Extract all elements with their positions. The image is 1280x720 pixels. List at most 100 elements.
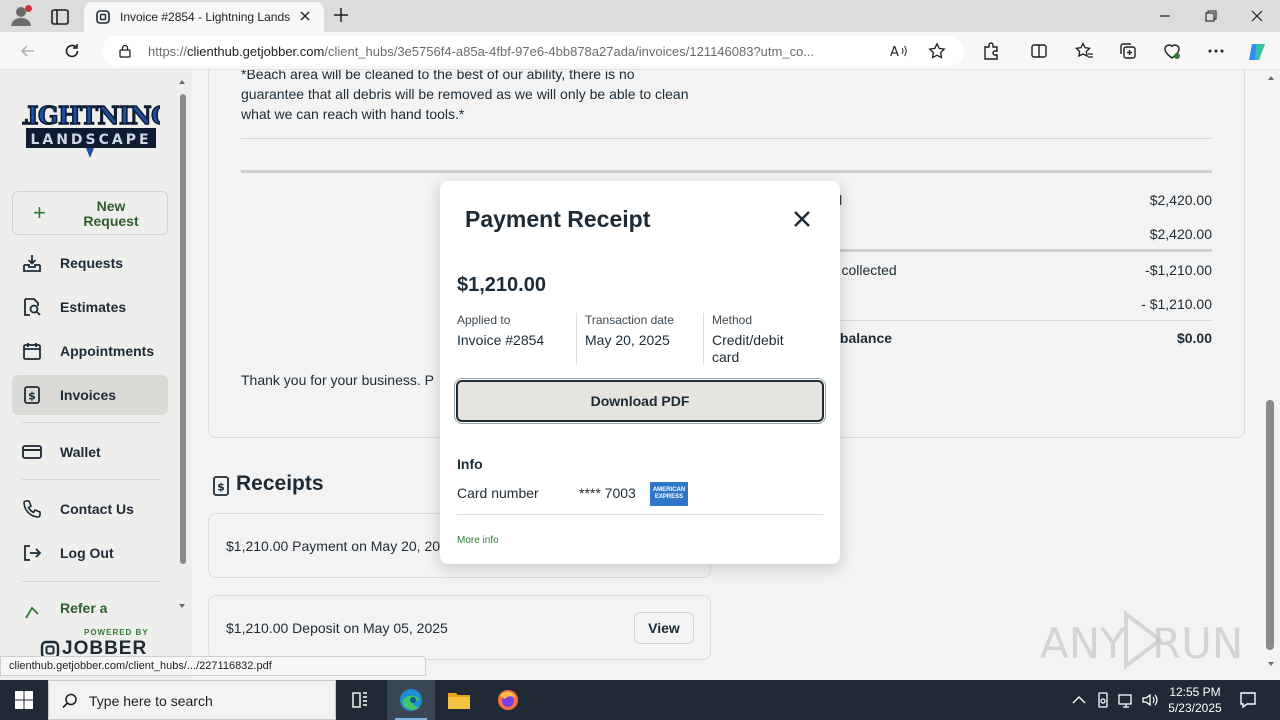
lightning-landscape-logo: LIGHTNING LANDSCAPE [10, 94, 172, 166]
svg-text:RUN: RUN [1152, 619, 1240, 668]
tab-title: Invoice #2854 - Lightning Landsc [120, 10, 290, 24]
deposit-row: posit collected -$1,210.00 [808, 254, 1212, 284]
info-heading: Info [457, 456, 483, 472]
more-info-link[interactable]: More info [457, 535, 499, 546]
tab-actions-icon[interactable] [48, 6, 72, 28]
back-arrow-icon[interactable] [18, 41, 38, 61]
inbox-download-icon [22, 253, 42, 273]
subtotal-row: ototal $2,420.00 [808, 184, 1212, 214]
link-preview-statusbar: clienthub.getjobber.com/client_hubs/.../… [0, 656, 426, 676]
plus-icon: + [33, 200, 46, 225]
url-path: /client_hubs/3e5756f4-a85a-4fbf-97e6-4bb… [324, 44, 815, 59]
divider [241, 170, 1212, 173]
notifications-icon[interactable] [1238, 690, 1258, 710]
american-express-icon: AMERICAN EXPRESS [650, 482, 688, 506]
applied-to-value: Invoice #2854 [457, 332, 545, 348]
sidebar-item-estimates[interactable]: Estimates [12, 287, 168, 327]
minimize-icon[interactable] [1155, 6, 1175, 26]
page-scrollbar-thumb[interactable] [1266, 400, 1274, 650]
show-hidden-icons-chevron-icon[interactable] [1070, 691, 1088, 709]
device-icon[interactable] [1094, 691, 1112, 709]
taskbar-clock[interactable]: 12:55 PM 5/23/2025 [1160, 684, 1230, 716]
svg-text:LIGHTNING: LIGHTNING [22, 101, 160, 130]
powered-by-label: POWERED BY [84, 628, 149, 637]
copilot-icon[interactable] [1246, 41, 1266, 61]
browser-toolbar: https://clienthub.getjobber.com/client_h… [0, 32, 1280, 70]
refer-label: Refer a [60, 600, 108, 616]
view-receipt-button[interactable]: View [634, 612, 694, 644]
paid-value: - $1,210.00 [1141, 296, 1212, 312]
deposit-value: -$1,210.00 [1145, 262, 1212, 278]
svg-text:ANY: ANY [1040, 619, 1126, 668]
paid-row: d - $1,210.00 [808, 288, 1212, 318]
sidebar-item-label: Contact Us [60, 501, 134, 517]
invoice-balance-row: oice balance $0.00 [808, 322, 1212, 352]
dollar-document-icon: $ [22, 385, 42, 405]
sidebar-divider [22, 479, 160, 480]
browser-tab-bar: Invoice #2854 - Lightning Landsc [0, 0, 1280, 32]
profile-icon[interactable] [8, 4, 34, 28]
browser-tab-active[interactable]: Invoice #2854 - Lightning Landsc [84, 2, 324, 32]
url-text[interactable]: https://clienthub.getjobber.com/client_h… [148, 44, 876, 59]
favorites-icon[interactable] [1074, 41, 1094, 61]
download-pdf-button[interactable]: Download PDF [454, 378, 826, 424]
magnify-document-icon [22, 297, 42, 317]
browser-essentials-icon[interactable] [1162, 41, 1182, 61]
new-tab-icon[interactable] [332, 6, 350, 24]
sidebar-scrollbar-thumb[interactable] [180, 94, 186, 564]
transaction-date-label: Transaction date [585, 313, 674, 327]
invoice-note: *Beach area will be cleaned to the best … [241, 70, 689, 122]
lock-icon[interactable] [118, 44, 132, 58]
new-request-label: New Request [83, 198, 139, 229]
sidebar-item-log-out[interactable]: Log Out [12, 533, 168, 573]
sidebar-item-label: Log Out [60, 545, 114, 561]
task-view-icon[interactable] [336, 680, 384, 720]
applied-to-label: Applied to [457, 313, 511, 327]
edge-browser-icon[interactable] [387, 680, 435, 720]
more-options-icon[interactable] [1206, 41, 1226, 61]
sidebar-item-label: Requests [60, 255, 124, 271]
sidebar-item-appointments[interactable]: Appointments [12, 331, 168, 371]
divider [808, 249, 1212, 252]
new-request-button[interactable]: + New Request [12, 191, 168, 235]
thank-you-message: Thank you for your business. P [241, 372, 434, 388]
windows-start-icon[interactable] [14, 690, 34, 710]
restore-icon[interactable] [1201, 6, 1221, 26]
extensions-puzzle-icon[interactable] [981, 41, 1001, 61]
svg-text:A: A [890, 45, 899, 59]
sidebar-item-requests[interactable]: Requests [12, 243, 168, 283]
svg-text:$: $ [217, 481, 225, 494]
close-tab-icon[interactable] [298, 9, 312, 23]
dialog-title: Payment Receipt [465, 206, 651, 232]
megaphone-icon [25, 606, 39, 619]
sidebar-item-wallet[interactable]: Wallet [12, 432, 168, 472]
address-bar[interactable]: https://clienthub.getjobber.com/client_h… [102, 36, 964, 66]
dollar-document-icon: $ [213, 476, 229, 496]
file-explorer-icon[interactable] [435, 680, 483, 720]
calendar-icon [22, 341, 42, 361]
refer-a-friend-link[interactable]: Refer a [22, 600, 172, 620]
refresh-icon[interactable] [62, 41, 82, 61]
close-window-icon[interactable] [1247, 6, 1267, 26]
divider [703, 313, 704, 365]
receipt-deposit-card[interactable]: $1,210.00 Deposit on May 05, 2025 View [208, 595, 711, 660]
collections-icon[interactable] [1118, 41, 1138, 61]
receipt-text: $1,210.00 Deposit on May 05, 2025 [226, 620, 448, 636]
network-icon[interactable] [1117, 691, 1135, 709]
taskbar-search-box[interactable]: Type here to search [48, 680, 336, 720]
add-favorite-star-icon[interactable] [928, 42, 946, 60]
read-aloud-icon[interactable]: A [890, 43, 908, 60]
url-scheme: https:// [148, 44, 188, 59]
payment-receipt-dialog: Payment Receipt $1,210.00 Applied to Inv… [440, 181, 840, 564]
sidebar: LIGHTNING LANDSCAPE + New Request Reques… [0, 70, 192, 680]
sidebar-item-label: Invoices [60, 387, 117, 403]
sidebar-item-invoices[interactable]: $ Invoices [12, 375, 168, 415]
receipts-title: Receipts [236, 472, 324, 495]
sidebar-item-contact-us[interactable]: Contact Us [12, 489, 168, 529]
method-value: Credit/debit card [712, 332, 784, 365]
firefox-icon[interactable] [484, 680, 532, 720]
close-icon[interactable] [792, 209, 812, 229]
split-screen-icon[interactable] [1029, 41, 1049, 61]
volume-icon[interactable] [1141, 691, 1159, 709]
card-number-value: **** 7003 [579, 485, 636, 501]
